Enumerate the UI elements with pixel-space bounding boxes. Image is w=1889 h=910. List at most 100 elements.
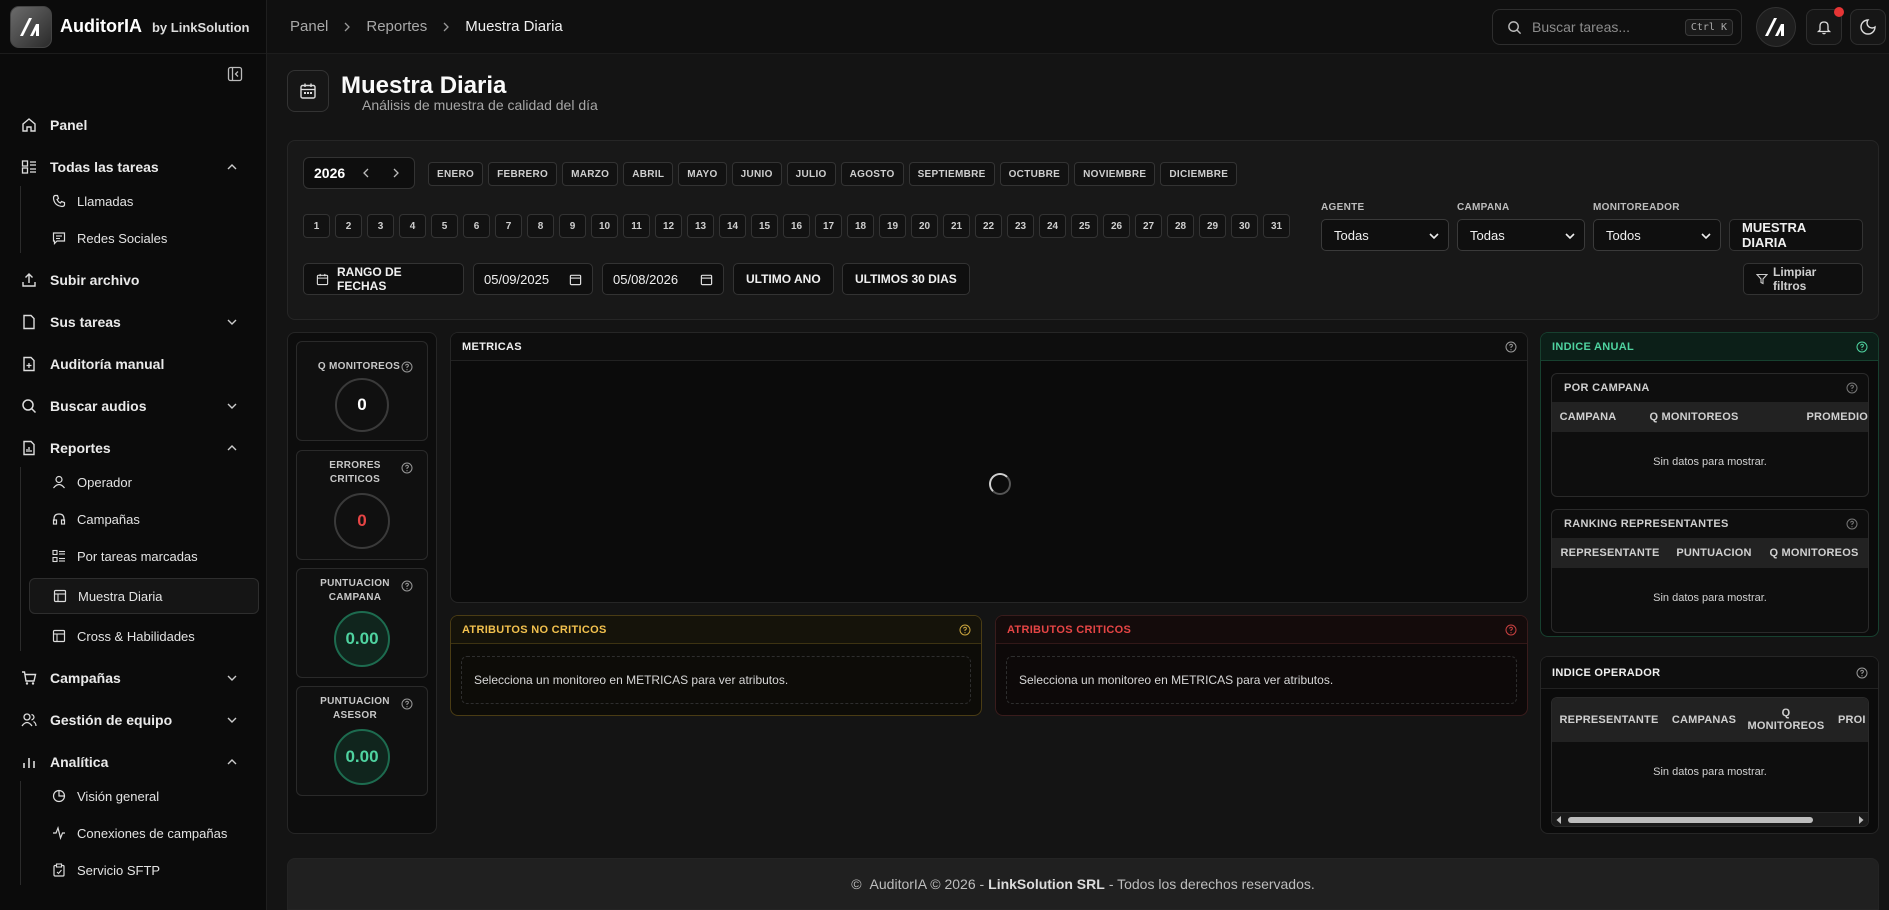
campana-select[interactable]: Todas	[1457, 219, 1585, 251]
day-button[interactable]: 14	[719, 214, 746, 238]
day-button[interactable]: 24	[1039, 214, 1066, 238]
help-icon[interactable]	[1846, 518, 1858, 530]
help-icon[interactable]	[401, 698, 413, 710]
ultimos-30-button[interactable]: ULTIMOS 30 DIAS	[842, 263, 970, 295]
monitoreador-select[interactable]: Todos	[1593, 219, 1721, 251]
sidebar-item-sftp[interactable]: Servicio SFTP	[29, 855, 259, 885]
day-button[interactable]: 18	[847, 214, 874, 238]
day-button[interactable]: 28	[1167, 214, 1194, 238]
month-button[interactable]: ENERO	[428, 162, 484, 186]
help-icon[interactable]	[1856, 341, 1868, 353]
month-button[interactable]: DICIEMBRE	[1160, 162, 1238, 186]
day-button[interactable]: 20	[911, 214, 938, 238]
column-header[interactable]: PUNTUACION	[1668, 547, 1760, 560]
day-button[interactable]: 30	[1231, 214, 1258, 238]
day-button[interactable]: 7	[495, 214, 522, 238]
sidebar-collapse-icon[interactable]	[226, 65, 244, 83]
month-button[interactable]: JUNIO	[731, 162, 782, 186]
column-header[interactable]: CAMPANA	[1552, 411, 1624, 424]
agente-select[interactable]: Todas	[1321, 219, 1449, 251]
column-header[interactable]: Q MONITOREOS	[1624, 411, 1764, 424]
sidebar-item-gestion[interactable]: Gestión de equipo	[0, 705, 267, 735]
day-button[interactable]: 27	[1135, 214, 1162, 238]
search-input[interactable]: Buscar tareas... Ctrl K	[1492, 9, 1742, 45]
help-icon[interactable]	[1846, 382, 1858, 394]
sidebar-item-cross[interactable]: Cross & Habilidades	[29, 621, 259, 651]
day-button[interactable]: 11	[623, 214, 650, 238]
month-button[interactable]: ABRIL	[623, 162, 674, 186]
sidebar-item-panel[interactable]: Panel	[0, 110, 267, 140]
month-button[interactable]: FEBRERO	[488, 162, 558, 186]
sidebar-item-buscar-audios[interactable]: Buscar audios	[0, 391, 267, 421]
scroll-right-icon[interactable]	[1857, 815, 1865, 825]
day-button[interactable]: 23	[1007, 214, 1034, 238]
sidebar-item-todas-tareas[interactable]: Todas las tareas	[0, 152, 267, 182]
breadcrumb-reportes[interactable]: Reportes	[366, 18, 427, 35]
date-to-input[interactable]: 05/08/2026	[602, 263, 724, 295]
sidebar-item-auditoria[interactable]: Auditoría manual	[0, 349, 267, 379]
day-button[interactable]: 9	[559, 214, 586, 238]
day-button[interactable]: 25	[1071, 214, 1098, 238]
rango-fechas-button[interactable]: RANGO DE FECHAS	[303, 263, 464, 295]
month-button[interactable]: OCTUBRE	[999, 162, 1070, 186]
help-icon[interactable]	[959, 624, 971, 636]
day-button[interactable]: 8	[527, 214, 554, 238]
day-button[interactable]: 21	[943, 214, 970, 238]
notifications-button[interactable]	[1806, 7, 1844, 45]
sidebar-item-por-tareas[interactable]: Por tareas marcadas	[29, 541, 259, 571]
breadcrumb-panel[interactable]: Panel	[290, 18, 328, 35]
day-button[interactable]: 6	[463, 214, 490, 238]
muestra-diaria-button[interactable]: MUESTRA DIARIA	[1729, 219, 1863, 251]
sidebar-item-muestra-diaria[interactable]: Muestra Diaria	[29, 578, 259, 614]
day-button[interactable]: 10	[591, 214, 618, 238]
month-button[interactable]: MAYO	[678, 162, 727, 186]
scrollbar-thumb[interactable]	[1568, 817, 1813, 823]
day-button[interactable]: 13	[687, 214, 714, 238]
column-header[interactable]: CAMPANAS	[1666, 714, 1742, 727]
sidebar-item-redes[interactable]: Redes Sociales	[29, 223, 259, 253]
month-button[interactable]: SEPTIEMBRE	[908, 162, 995, 186]
sidebar-item-reportes[interactable]: Reportes	[0, 433, 267, 463]
day-button[interactable]: 1	[303, 214, 330, 238]
sidebar-item-llamadas[interactable]: Llamadas	[29, 186, 259, 216]
day-button[interactable]: 12	[655, 214, 682, 238]
column-header[interactable]: REPRESENTANTE	[1552, 547, 1668, 560]
limpiar-filtros-button[interactable]: Limpiar filtros	[1743, 263, 1863, 295]
sidebar-item-conexiones[interactable]: Conexiones de campañas	[29, 818, 259, 848]
column-header[interactable]: Q MONITOREOS	[1760, 547, 1868, 560]
day-button[interactable]: 3	[367, 214, 394, 238]
chevron-right-icon[interactable]	[389, 166, 403, 180]
ultimo-ano-button[interactable]: ULTIMO ANO	[733, 263, 834, 295]
column-header[interactable]: PROMEDIO	[1764, 411, 1868, 424]
date-from-input[interactable]: 05/09/2025	[473, 263, 593, 295]
help-icon[interactable]	[401, 361, 413, 373]
help-icon[interactable]	[1505, 341, 1517, 353]
day-button[interactable]: 26	[1103, 214, 1130, 238]
day-button[interactable]: 2	[335, 214, 362, 238]
help-icon[interactable]	[1505, 624, 1517, 636]
chevron-left-icon[interactable]	[359, 166, 373, 180]
day-button[interactable]: 4	[399, 214, 426, 238]
day-button[interactable]: 31	[1263, 214, 1290, 238]
avatar[interactable]	[1756, 7, 1796, 47]
month-button[interactable]: NOVIEMBRE	[1074, 162, 1156, 186]
horizontal-scrollbar[interactable]	[1552, 812, 1868, 826]
sidebar-item-sus-tareas[interactable]: Sus tareas	[0, 307, 267, 337]
day-button[interactable]: 17	[815, 214, 842, 238]
day-button[interactable]: 19	[879, 214, 906, 238]
day-button[interactable]: 5	[431, 214, 458, 238]
day-button[interactable]: 29	[1199, 214, 1226, 238]
column-header[interactable]: REPRESENTANTE	[1552, 714, 1666, 727]
day-button[interactable]: 15	[751, 214, 778, 238]
day-button[interactable]: 22	[975, 214, 1002, 238]
help-icon[interactable]	[1856, 667, 1868, 679]
scroll-left-icon[interactable]	[1555, 815, 1563, 825]
column-header[interactable]: Q MONITOREOS	[1742, 707, 1830, 733]
sidebar-item-campanas-reporte[interactable]: Campañas	[29, 504, 259, 534]
month-button[interactable]: MARZO	[562, 162, 619, 186]
footer-company[interactable]: LinkSolution SRL	[988, 876, 1105, 892]
sidebar-item-campanas[interactable]: Campañas	[0, 663, 267, 693]
help-icon[interactable]	[401, 462, 413, 474]
sidebar-item-subir[interactable]: Subir archivo	[0, 265, 267, 295]
column-header[interactable]: PROI	[1830, 714, 1868, 727]
